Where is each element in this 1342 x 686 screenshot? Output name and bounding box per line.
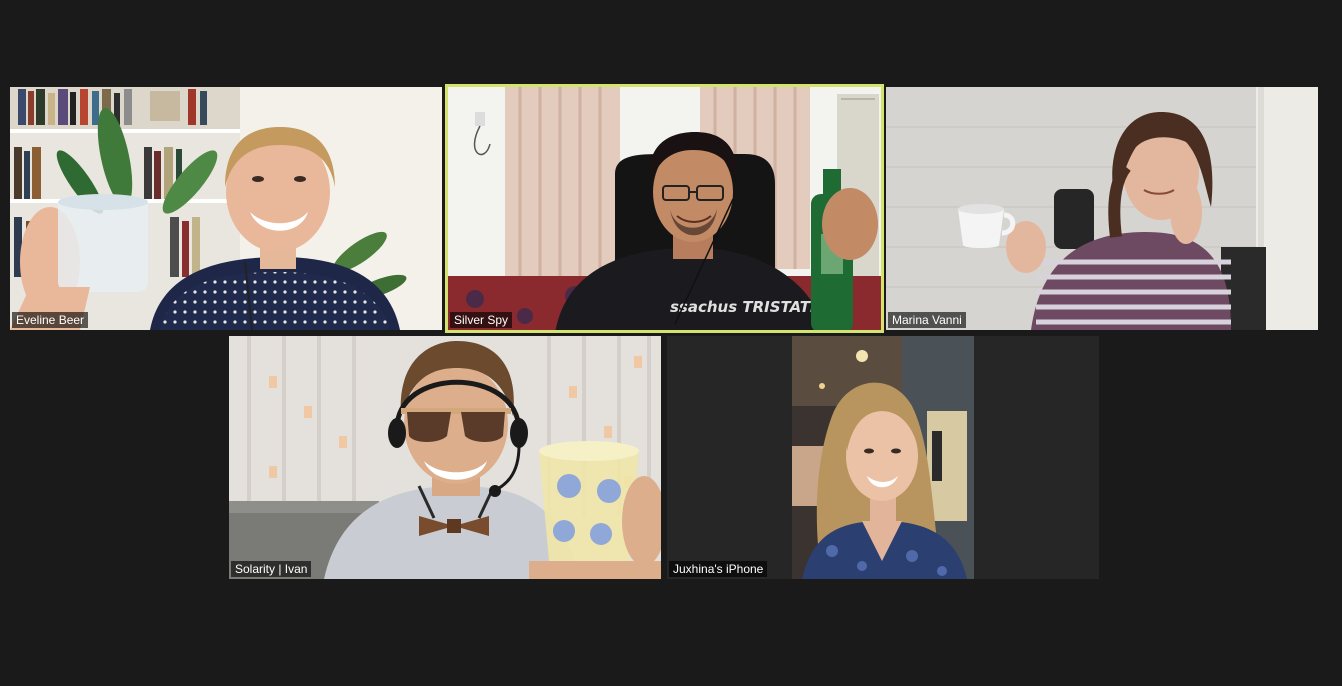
participant-name-label: Silver Spy	[450, 312, 513, 328]
participant-name-label: Solarity | Ivan	[231, 561, 312, 577]
participant-tile-solarity-ivan[interactable]: Solarity | Ivan	[229, 336, 661, 579]
participant-tile-silver-spy[interactable]: ssachus TRISTATE Silver Spy	[445, 84, 884, 333]
video-feed	[229, 336, 661, 579]
participant-name-label: Juxhina's iPhone	[669, 561, 768, 577]
shirt-print: ssachus TRISTATE	[670, 298, 821, 316]
participant-name-label: Marina Vanni	[888, 312, 966, 328]
video-feed	[10, 87, 442, 330]
participant-tile-marina-vanni[interactable]: Marina Vanni	[886, 87, 1318, 330]
video-feed	[792, 336, 974, 579]
participant-tile-juxhinas-iphone[interactable]: Juxhina's iPhone	[667, 336, 1099, 579]
participant-name-label: Eveline Beer	[12, 312, 89, 328]
video-feed	[886, 87, 1318, 330]
participant-tile-eveline-beer[interactable]: Eveline Beer	[10, 87, 442, 330]
video-feed: ssachus TRISTATE	[445, 84, 884, 333]
